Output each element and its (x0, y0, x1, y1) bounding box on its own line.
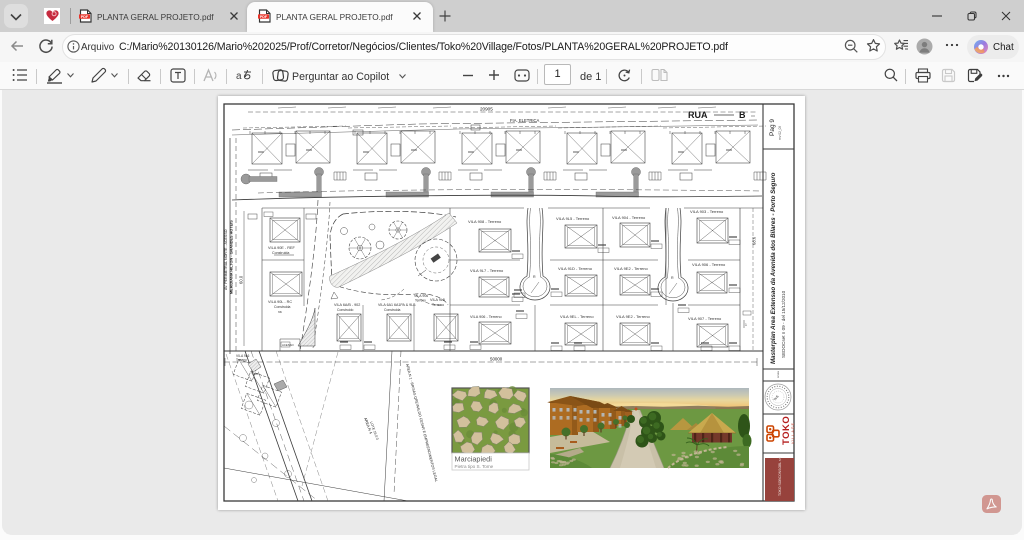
svg-text:na: na (278, 310, 282, 314)
svg-text:MERIDIANA HILTON - GRANDES HOT: MERIDIANA HILTON - GRANDES HOTEIS (230, 220, 234, 294)
svg-text:VILA 9EL - Terreno: VILA 9EL - Terreno (560, 314, 594, 319)
svg-text:VILA 9L7 - Terreno: VILA 9L7 - Terreno (470, 268, 504, 273)
svg-text:VILLAGE: VILLAGE (791, 422, 795, 444)
svg-text:Terreno: Terreno (415, 299, 426, 303)
svg-text:ACESSO: ACESSO (282, 343, 294, 347)
svg-text:rev 02_09: rev 02_09 (778, 126, 782, 140)
svg-text:Marciapiedi: Marciapiedi (455, 455, 493, 464)
svg-text:VILA 9L5 - Terreno: VILA 9L5 - Terreno (556, 216, 590, 221)
svg-text:Construida: Construida (274, 305, 291, 309)
svg-text:PDF: PDF (260, 15, 268, 19)
svg-text:20905: 20905 (480, 107, 493, 112)
svg-text:RUA: RUA (688, 110, 708, 120)
svg-text:VILA 907 - Terreno: VILA 907 - Terreno (688, 316, 722, 321)
svg-text:VILA 9E2 - Terreno: VILA 9E2 - Terreno (616, 314, 651, 319)
svg-text:60.0: 60.0 (239, 275, 244, 284)
svg-text:AV. PERIMETRAL NORTE - ACESSO: AV. PERIMETRAL NORTE - ACESSO (224, 229, 228, 290)
svg-text:VILA 9E2 - Terreno: VILA 9E2 - Terreno (614, 266, 649, 271)
svg-text:VILA 906: VILA 906 (414, 294, 428, 298)
svg-text:VILA 906 - Terreno: VILA 906 - Terreno (470, 315, 502, 319)
svg-text:om: om (254, 372, 259, 376)
svg-text:VILA 6A/B - 902: VILA 6A/B - 902 (334, 303, 360, 307)
svg-text:Masterplan Area Extensao da Av: Masterplan Area Extensao da Avenida dos … (770, 172, 777, 364)
svg-text:VILA 903 - Terreno: VILA 903 - Terreno (690, 209, 724, 214)
svg-text:Construido: Construido (337, 308, 354, 312)
svg-text:VILA 904 - Terreno: VILA 904 - Terreno (612, 215, 646, 220)
svg-text:VILA 6A1 6A1PA & 9LB: VILA 6A1 6A1PA & 9LB (378, 303, 416, 307)
svg-text:VILA 906 - Terreno: VILA 906 - Terreno (692, 262, 726, 267)
svg-text:VILA 908 - Terreno: VILA 908 - Terreno (468, 219, 502, 224)
svg-text:FIA. ELETRICA: FIA. ELETRICA (510, 118, 540, 123)
svg-text:SEDOCset n 09 - del 15/12/2010: SEDOCset n 09 - del 15/12/2010 (781, 290, 786, 358)
svg-text:TOKO SOBCONSOBL srl: TOKO SOBCONSOBL srl (778, 457, 782, 496)
svg-text:Pag 9: Pag 9 (769, 119, 776, 136)
svg-text:50000: 50000 (490, 357, 503, 362)
svg-text:Construida: Construida (272, 251, 289, 255)
svg-text:VILA 9L5: VILA 9L5 (430, 298, 445, 302)
svg-text:R: R (671, 276, 674, 280)
svg-text:Terreno: Terreno (236, 358, 247, 362)
svg-text:1: 1 (745, 323, 747, 327)
svg-text:68.6: 68.6 (752, 236, 757, 245)
svg-text:PDF: PDF (81, 15, 89, 19)
svg-text:R: R (533, 275, 536, 279)
svg-text:Pietra tipo S. Tome: Pietra tipo S. Tome (455, 464, 494, 469)
svg-text:VILA 91D - Terreno: VILA 91D - Terreno (558, 266, 593, 271)
svg-text:Construida: Construida (384, 308, 401, 312)
svg-text:AREA N 1 - BRISAS QREINALDO CE: AREA N 1 - BRISAS QREINALDO CESAR E EMPR… (405, 363, 438, 482)
svg-text:VILA 90L - RC: VILA 90L - RC (268, 300, 292, 304)
svg-text:VILA 90E - REF: VILA 90E - REF (268, 246, 295, 250)
svg-text:scala: scala (776, 371, 780, 378)
svg-text:B: B (739, 110, 746, 120)
